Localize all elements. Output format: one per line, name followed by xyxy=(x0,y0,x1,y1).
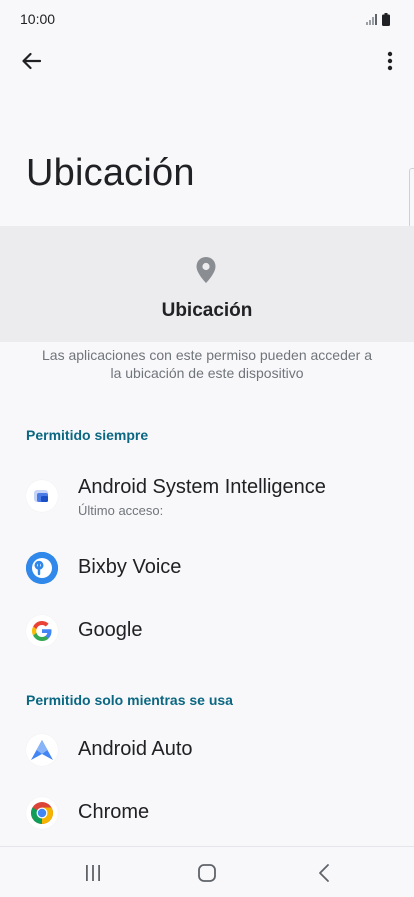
app-row-android-auto[interactable]: Android Auto xyxy=(0,720,414,780)
location-pin-icon xyxy=(196,257,216,283)
app-label: Bixby Voice xyxy=(78,556,182,578)
signal-icon xyxy=(366,13,377,25)
page-title: Ubicación xyxy=(26,152,195,194)
nav-back-button[interactable] xyxy=(304,859,344,887)
arrow-left-icon xyxy=(22,52,41,70)
navigation-bar xyxy=(0,846,414,897)
app-row-google[interactable]: Google xyxy=(0,601,414,661)
android-auto-icon xyxy=(26,734,58,766)
status-icons xyxy=(366,12,390,26)
permission-name: Ubicación xyxy=(161,300,253,321)
recents-icon xyxy=(86,865,100,881)
app-last-access: Último acceso: xyxy=(78,503,164,518)
app-label: Android Auto xyxy=(78,738,193,760)
battery-icon xyxy=(382,12,390,26)
app-label: Chrome xyxy=(78,801,150,823)
section-header-always: Permitido siempre xyxy=(26,427,149,443)
chrome-icon xyxy=(26,797,58,829)
app-label: Android System Intelligence xyxy=(78,476,326,498)
permission-description: Las aplicaciones con este permiso pueden… xyxy=(42,347,372,381)
more-vert-icon xyxy=(387,51,393,71)
app-row-android-system-intelligence[interactable]: Android System Intelligence Último acces… xyxy=(0,464,414,524)
camera-cutout xyxy=(196,9,218,29)
home-icon xyxy=(198,864,216,882)
app-label: Google xyxy=(78,619,143,641)
android-system-intelligence-icon xyxy=(26,480,58,512)
back-button[interactable] xyxy=(12,42,50,80)
home-button[interactable] xyxy=(187,859,227,887)
more-options-button[interactable] xyxy=(371,42,409,80)
back-chevron-icon xyxy=(319,864,329,882)
toolbar xyxy=(0,38,414,84)
section-header-while-in-use: Permitido solo mientras se usa xyxy=(26,692,233,708)
app-row-bixby-voice[interactable]: Bixby Voice xyxy=(0,538,414,598)
permission-header xyxy=(0,226,414,342)
bixby-voice-icon xyxy=(26,552,58,584)
app-row-chrome[interactable]: Chrome xyxy=(0,783,414,843)
recents-button[interactable] xyxy=(73,859,113,887)
status-time: 10:00 xyxy=(20,11,56,27)
google-icon xyxy=(26,615,58,647)
